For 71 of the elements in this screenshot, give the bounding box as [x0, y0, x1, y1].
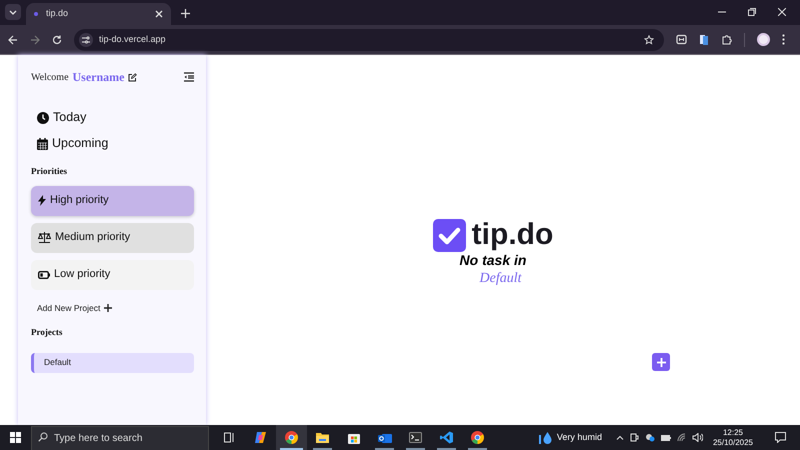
- add-project-link[interactable]: Add New Project: [37, 302, 100, 314]
- reload-icon[interactable]: [52, 34, 62, 44]
- restore-icon[interactable]: [748, 8, 756, 16]
- logo-text: tip.do: [472, 220, 554, 250]
- nav-item[interactable]: Today: [37, 108, 194, 127]
- plus-icon[interactable]: [104, 304, 112, 312]
- cloud-icon[interactable]: [644, 433, 655, 442]
- more-icon[interactable]: [782, 34, 785, 45]
- bookmark-star-icon[interactable]: [644, 34, 654, 44]
- weather-text: Very humid: [556, 430, 602, 444]
- nav-item[interactable]: Upcoming: [37, 134, 194, 153]
- tray-app-icon[interactable]: [630, 433, 639, 442]
- edit-icon[interactable]: [128, 72, 136, 82]
- lightning-icon: [38, 195, 46, 206]
- section-heading: Projects: [31, 326, 64, 340]
- taskbar-app-button[interactable]: [276, 425, 307, 450]
- folder-icon: [316, 432, 329, 443]
- task-view-icon: [224, 432, 235, 443]
- extension-icon[interactable]: [676, 34, 687, 45]
- copilot-icon: [254, 431, 267, 444]
- chevron-up-icon[interactable]: [616, 435, 624, 440]
- water-drop-icon: [538, 430, 553, 444]
- url-text: tip-do.vercel.app: [99, 32, 167, 46]
- chrome-icon: [285, 431, 298, 444]
- notification-icon[interactable]: [775, 432, 786, 443]
- section-heading: Priorities: [31, 165, 68, 178]
- chrome-icon: [471, 431, 484, 444]
- favicon-icon: [34, 12, 38, 16]
- clock-icon: [37, 112, 49, 124]
- store-icon: [348, 432, 360, 444]
- calendar-icon: [37, 138, 48, 150]
- minimize-icon[interactable]: [718, 11, 726, 13]
- code-editor-icon: [440, 431, 453, 444]
- priority-item[interactable]: Low priority: [31, 260, 194, 290]
- battery-low-icon: [38, 270, 50, 278]
- terminal-icon: [409, 432, 422, 443]
- taskbar-search-field[interactable]: Type here to search: [31, 426, 209, 450]
- project-name: Default: [480, 270, 522, 287]
- welcome-text: Welcome: [31, 70, 69, 84]
- collapse-sidebar-icon[interactable]: [184, 72, 194, 82]
- clock-date[interactable]: 25/10/2025: [712, 438, 753, 448]
- plus-icon: [656, 358, 666, 366]
- project-item[interactable]: Default: [31, 352, 194, 373]
- forward-icon[interactable]: [30, 34, 40, 44]
- scale-icon: [38, 232, 51, 243]
- wifi-icon[interactable]: [676, 433, 686, 442]
- document-icon[interactable]: [699, 34, 709, 45]
- speaker-icon[interactable]: [692, 433, 703, 442]
- tab-title: tip.do: [46, 7, 70, 20]
- tab-search-button[interactable]: [5, 4, 21, 20]
- logo-icon: [432, 219, 466, 252]
- close-icon[interactable]: [155, 10, 163, 18]
- address-bar[interactable]: tip-do.vercel.app: [74, 28, 664, 50]
- add-task-button[interactable]: [652, 353, 670, 371]
- profile-avatar[interactable]: [757, 33, 770, 46]
- mail-icon: [378, 432, 392, 444]
- search-icon: [38, 432, 48, 442]
- puzzle-piece-icon[interactable]: [721, 34, 732, 45]
- browser-tab[interactable]: tip.do: [26, 3, 171, 25]
- new-tab-icon[interactable]: [181, 9, 190, 18]
- priority-item[interactable]: Medium priority: [31, 222, 194, 252]
- battery-icon[interactable]: [660, 434, 671, 442]
- windows-start-icon[interactable]: [10, 432, 21, 443]
- back-icon[interactable]: [8, 34, 18, 44]
- priority-item[interactable]: High priority: [31, 186, 194, 216]
- username: Username: [72, 69, 124, 86]
- chevron-down-icon: [9, 8, 17, 16]
- close-icon[interactable]: [778, 8, 786, 16]
- clock-time[interactable]: 12:25: [722, 428, 743, 438]
- site-settings-icon[interactable]: [79, 32, 93, 46]
- empty-message: No task in: [460, 252, 526, 270]
